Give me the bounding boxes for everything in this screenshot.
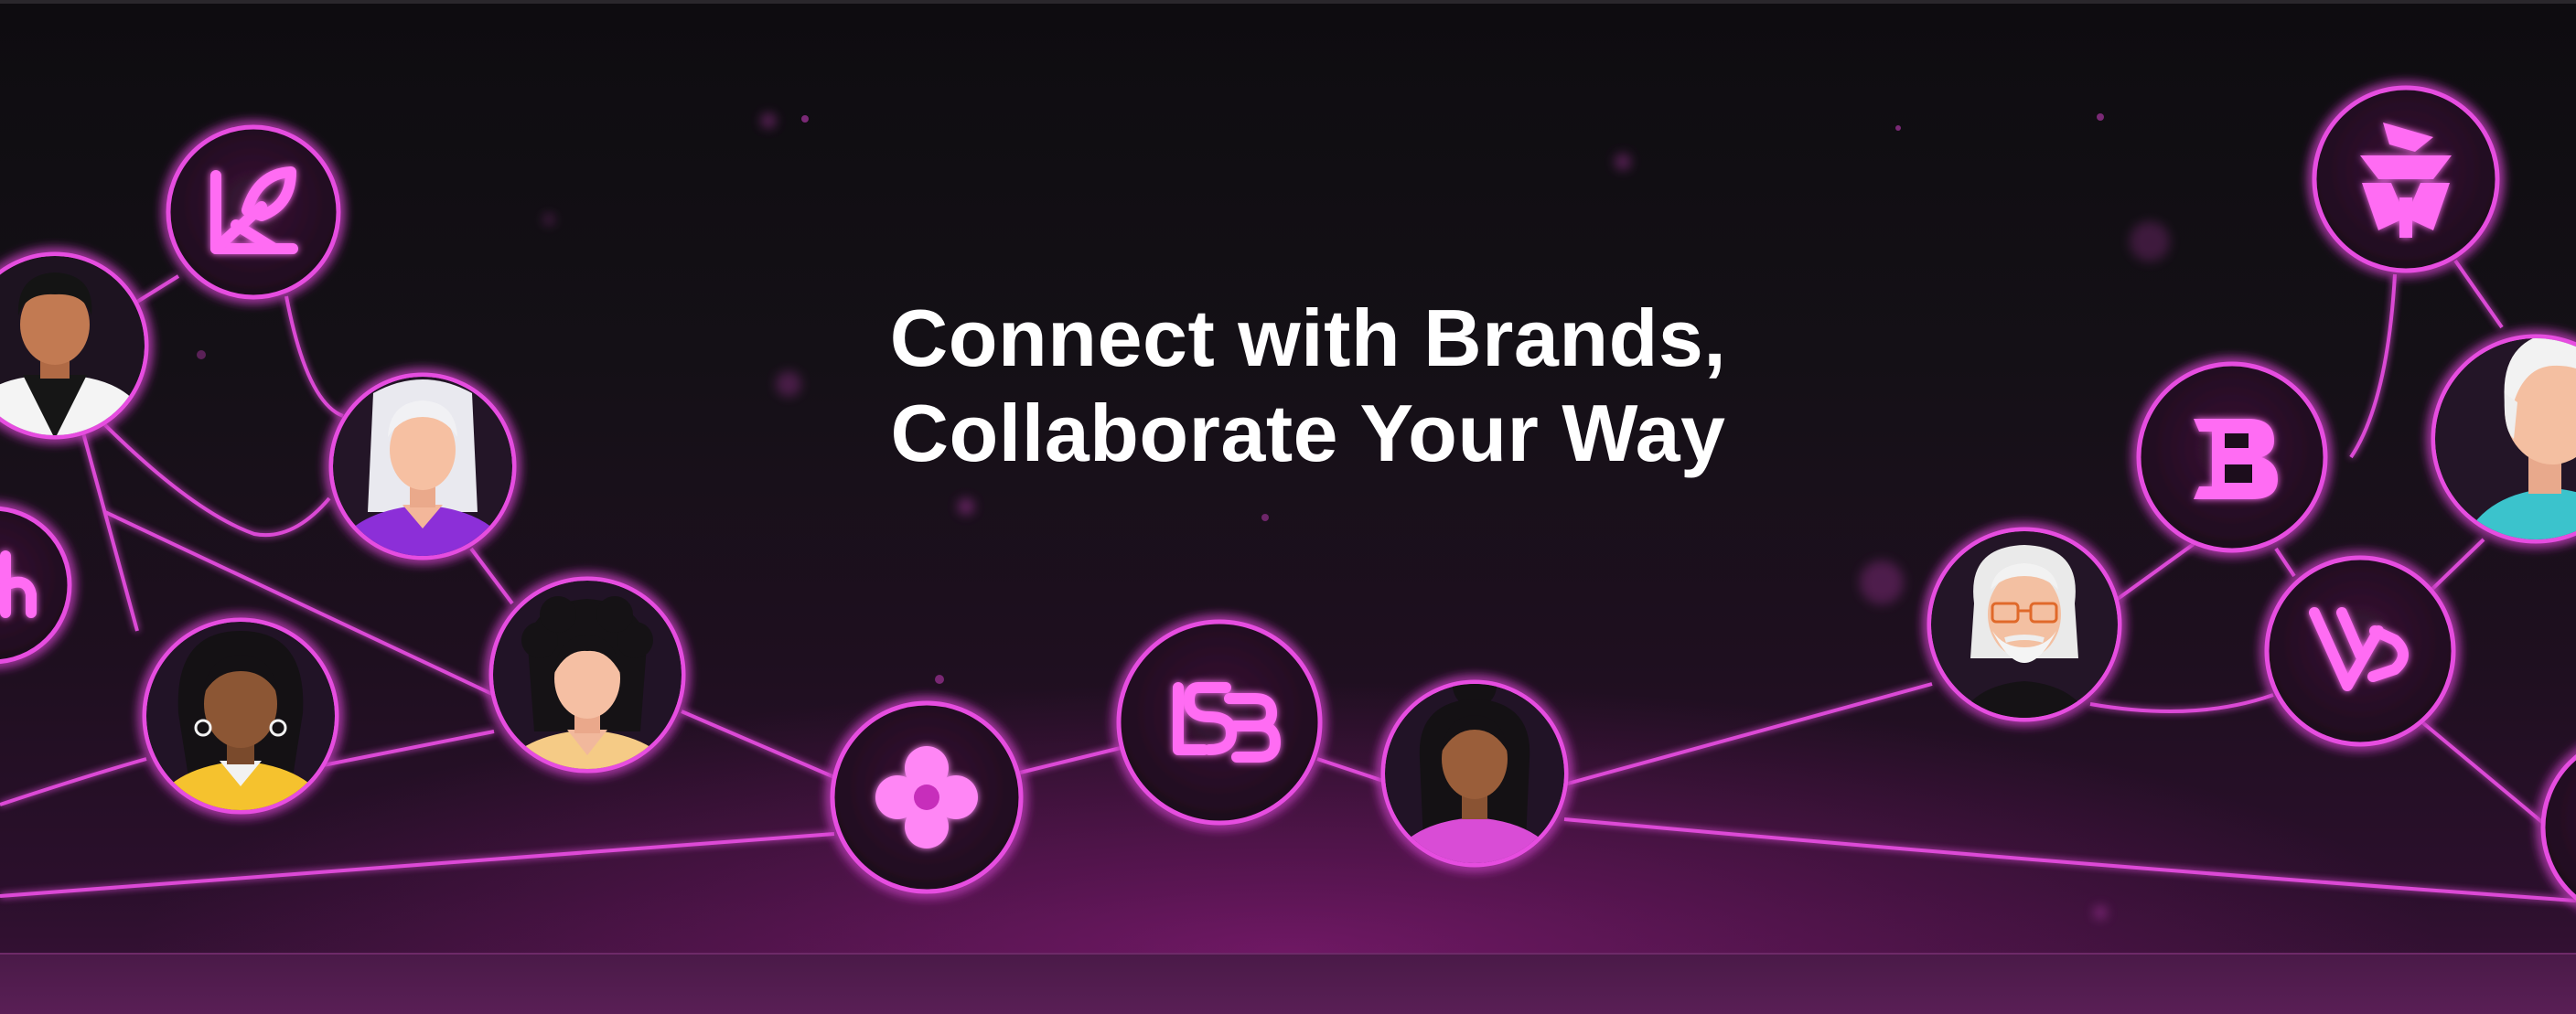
brand-logo-flower-icon [830,700,1024,894]
headline-line-1: Connect with Brands, [889,293,1727,383]
brand-logo-v-icon [2264,555,2456,747]
avatar-woman-bun-pink-top [1380,679,1569,868]
brand-logo-triangle-icon [2312,85,2500,273]
bottom-band [0,953,2576,1014]
brand-logo-lsb-icon [1116,619,1323,826]
avatar-man-dark-hair [0,251,149,440]
avatar-woman-white-hair [328,372,517,560]
headline-line-2: Collaborate Your Way [890,388,1726,478]
avatar-man-white-hair-teal [2431,334,2576,544]
hero-headline: Connect with Brands, Collaborate Your Wa… [768,291,1848,481]
avatar-woman-curly-hair [488,576,686,774]
avatar-man-glasses-beard [1927,527,2122,722]
partial-node-right [2540,753,2576,902]
brand-logo-partial-icon [0,506,72,665]
collaboration-network [0,85,2576,919]
avatar-woman-yellow-top [142,617,339,815]
brand-logo-leaf-icon [166,124,341,300]
hero-banner: Connect with Brands, Collaborate Your Wa… [0,0,2576,1014]
brand-logo-b-icon [2136,361,2328,553]
